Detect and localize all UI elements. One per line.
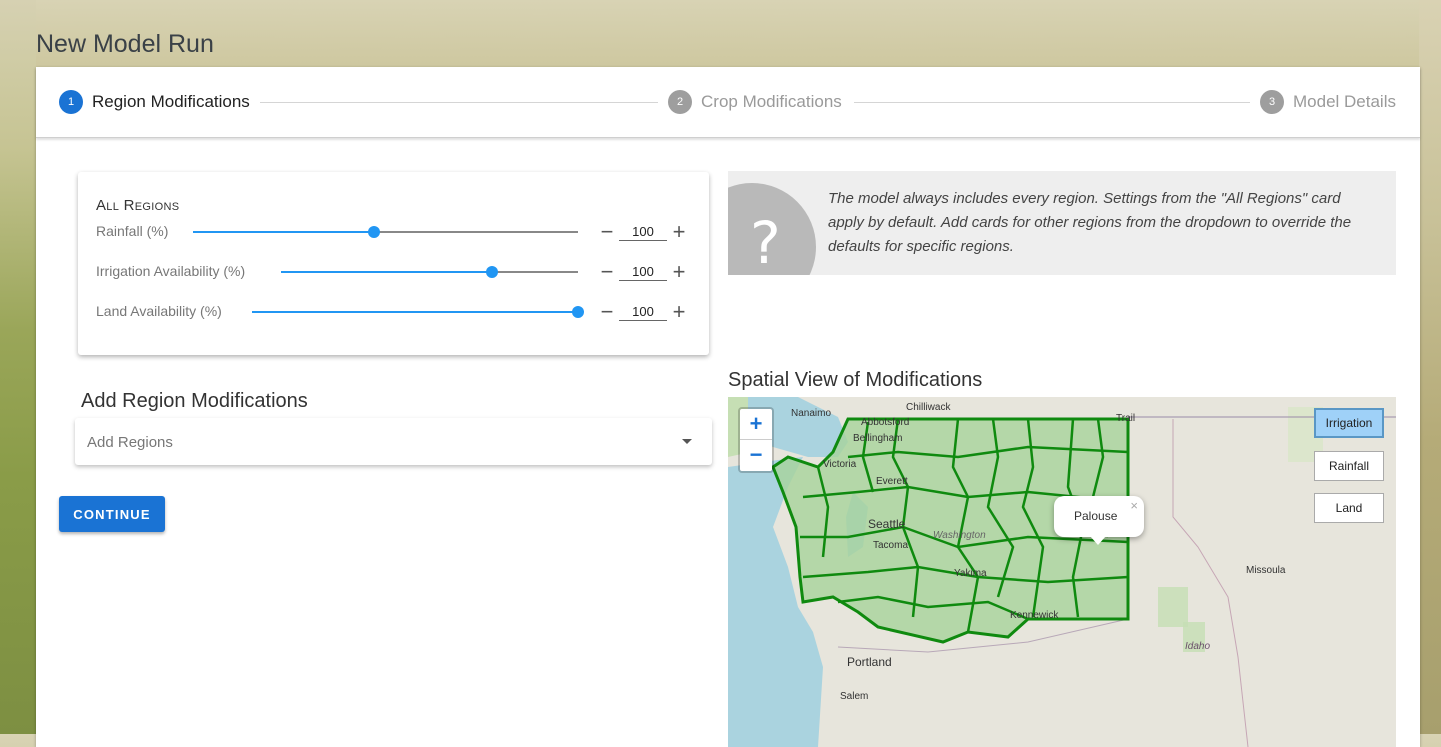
slider-thumb[interactable] [485, 266, 498, 278]
background-right-edge [1419, 0, 1441, 734]
popup-region-name: Palouse [1074, 509, 1118, 523]
map-label-everett: Everett [876, 476, 908, 487]
map-label-missoula: Missoula [1246, 565, 1286, 576]
irrigation-value-input[interactable] [619, 262, 667, 281]
zoom-control: + − [738, 407, 774, 473]
irrigation-slider[interactable] [281, 266, 578, 278]
land-increment-button[interactable]: + [670, 300, 688, 324]
rainfall-slider[interactable] [193, 226, 578, 238]
step-number-3: 3 [1260, 90, 1284, 114]
background-left-edge [0, 0, 36, 734]
map-label-nanaimo: Nanaimo [791, 408, 832, 419]
map-view[interactable]: Nanaimo Chilliwack Abbotsford Bellingham… [728, 397, 1396, 747]
step-region-modifications[interactable]: 1 Region Modifications [59, 90, 250, 114]
forest-patch [1158, 587, 1188, 627]
slider-fill [252, 311, 578, 313]
map-label-victoria: Victoria [823, 459, 857, 470]
page-title: New Model Run [36, 30, 214, 58]
caret-down-icon [682, 439, 692, 444]
popup-tip [1090, 536, 1106, 545]
map-label-bellingham: Bellingham [853, 433, 903, 444]
land-decrement-button[interactable]: − [598, 300, 616, 324]
info-text: The model always includes every region. … [828, 190, 1352, 255]
all-regions-title: All Regions [96, 197, 180, 214]
rainfall-increment-button[interactable]: + [670, 220, 688, 244]
step-label: Region Modifications [92, 92, 250, 111]
step-connector [260, 102, 658, 103]
map-label-chilliwack: Chilliwack [906, 402, 951, 413]
map-label-abbotsford: Abbotsford [861, 417, 910, 428]
slider-fill [193, 231, 374, 233]
rainfall-value-input[interactable] [619, 222, 667, 241]
step-number-1: 1 [59, 90, 83, 114]
irrigation-increment-button[interactable]: + [670, 260, 688, 284]
step-label: Model Details [1293, 92, 1396, 111]
map-label-salem: Salem [840, 691, 869, 702]
map-label-idaho: Idaho [1185, 641, 1211, 652]
map-label-seattle: Seattle [868, 517, 906, 531]
main-card: 1 Region Modifications 2 Crop Modificati… [36, 67, 1420, 747]
all-regions-card: All Regions Rainfall (%) − + Irrigation … [78, 172, 709, 355]
question-mark-icon: ? [750, 209, 781, 275]
slider-thumb[interactable] [572, 306, 584, 318]
zoom-out-button[interactable]: − [740, 440, 772, 470]
map-label-kennewick: Kennewick [1010, 610, 1059, 621]
layer-land-button[interactable]: Land [1314, 493, 1384, 523]
map-label-portland: Portland [847, 655, 892, 669]
step-label: Crop Modifications [701, 92, 842, 111]
continue-button[interactable]: CONTINUE [59, 496, 165, 532]
region-popup: Palouse × [1054, 496, 1144, 545]
slider-fill [281, 271, 492, 273]
irrigation-label: Irrigation Availability (%) [96, 263, 246, 279]
step-model-details[interactable]: 3 Model Details [1260, 90, 1396, 114]
irrigation-decrement-button[interactable]: − [598, 260, 616, 284]
rainfall-label: Rainfall (%) [96, 223, 169, 239]
zoom-in-button[interactable]: + [740, 409, 772, 439]
irrigation-slider-row: Irrigation Availability (%) − + [96, 260, 696, 284]
map-label-yakima: Yakima [954, 568, 987, 579]
map-canvas [728, 397, 1396, 747]
map-label-trail: Trail [1116, 413, 1136, 424]
map-label-washington: Washington [933, 530, 986, 541]
land-slider[interactable] [252, 306, 584, 318]
idaho-border [1172, 419, 1249, 747]
land-label: Land Availability (%) [96, 303, 222, 319]
add-regions-dropdown[interactable]: Add Regions [75, 418, 712, 465]
step-crop-modifications[interactable]: 2 Crop Modifications [668, 90, 842, 114]
step-connector [854, 102, 1250, 103]
stepper: 1 Region Modifications 2 Crop Modificati… [36, 67, 1420, 138]
rainfall-decrement-button[interactable]: − [598, 220, 616, 244]
step-number-2: 2 [668, 90, 692, 114]
land-value-input[interactable] [619, 302, 667, 321]
map-label-tacoma: Tacoma [873, 540, 909, 551]
map-heading: Spatial View of Modifications [728, 369, 983, 391]
rainfall-slider-row: Rainfall (%) − + [96, 220, 696, 244]
info-box: ? The model always includes every region… [728, 171, 1396, 275]
layer-rainfall-button[interactable]: Rainfall [1314, 451, 1384, 481]
close-icon[interactable]: × [1130, 498, 1138, 513]
add-region-heading: Add Region Modifications [81, 390, 308, 412]
land-slider-row: Land Availability (%) − + [96, 300, 696, 324]
slider-thumb[interactable] [367, 226, 380, 238]
layer-irrigation-button[interactable]: Irrigation [1314, 408, 1384, 438]
dropdown-placeholder: Add Regions [87, 434, 173, 451]
